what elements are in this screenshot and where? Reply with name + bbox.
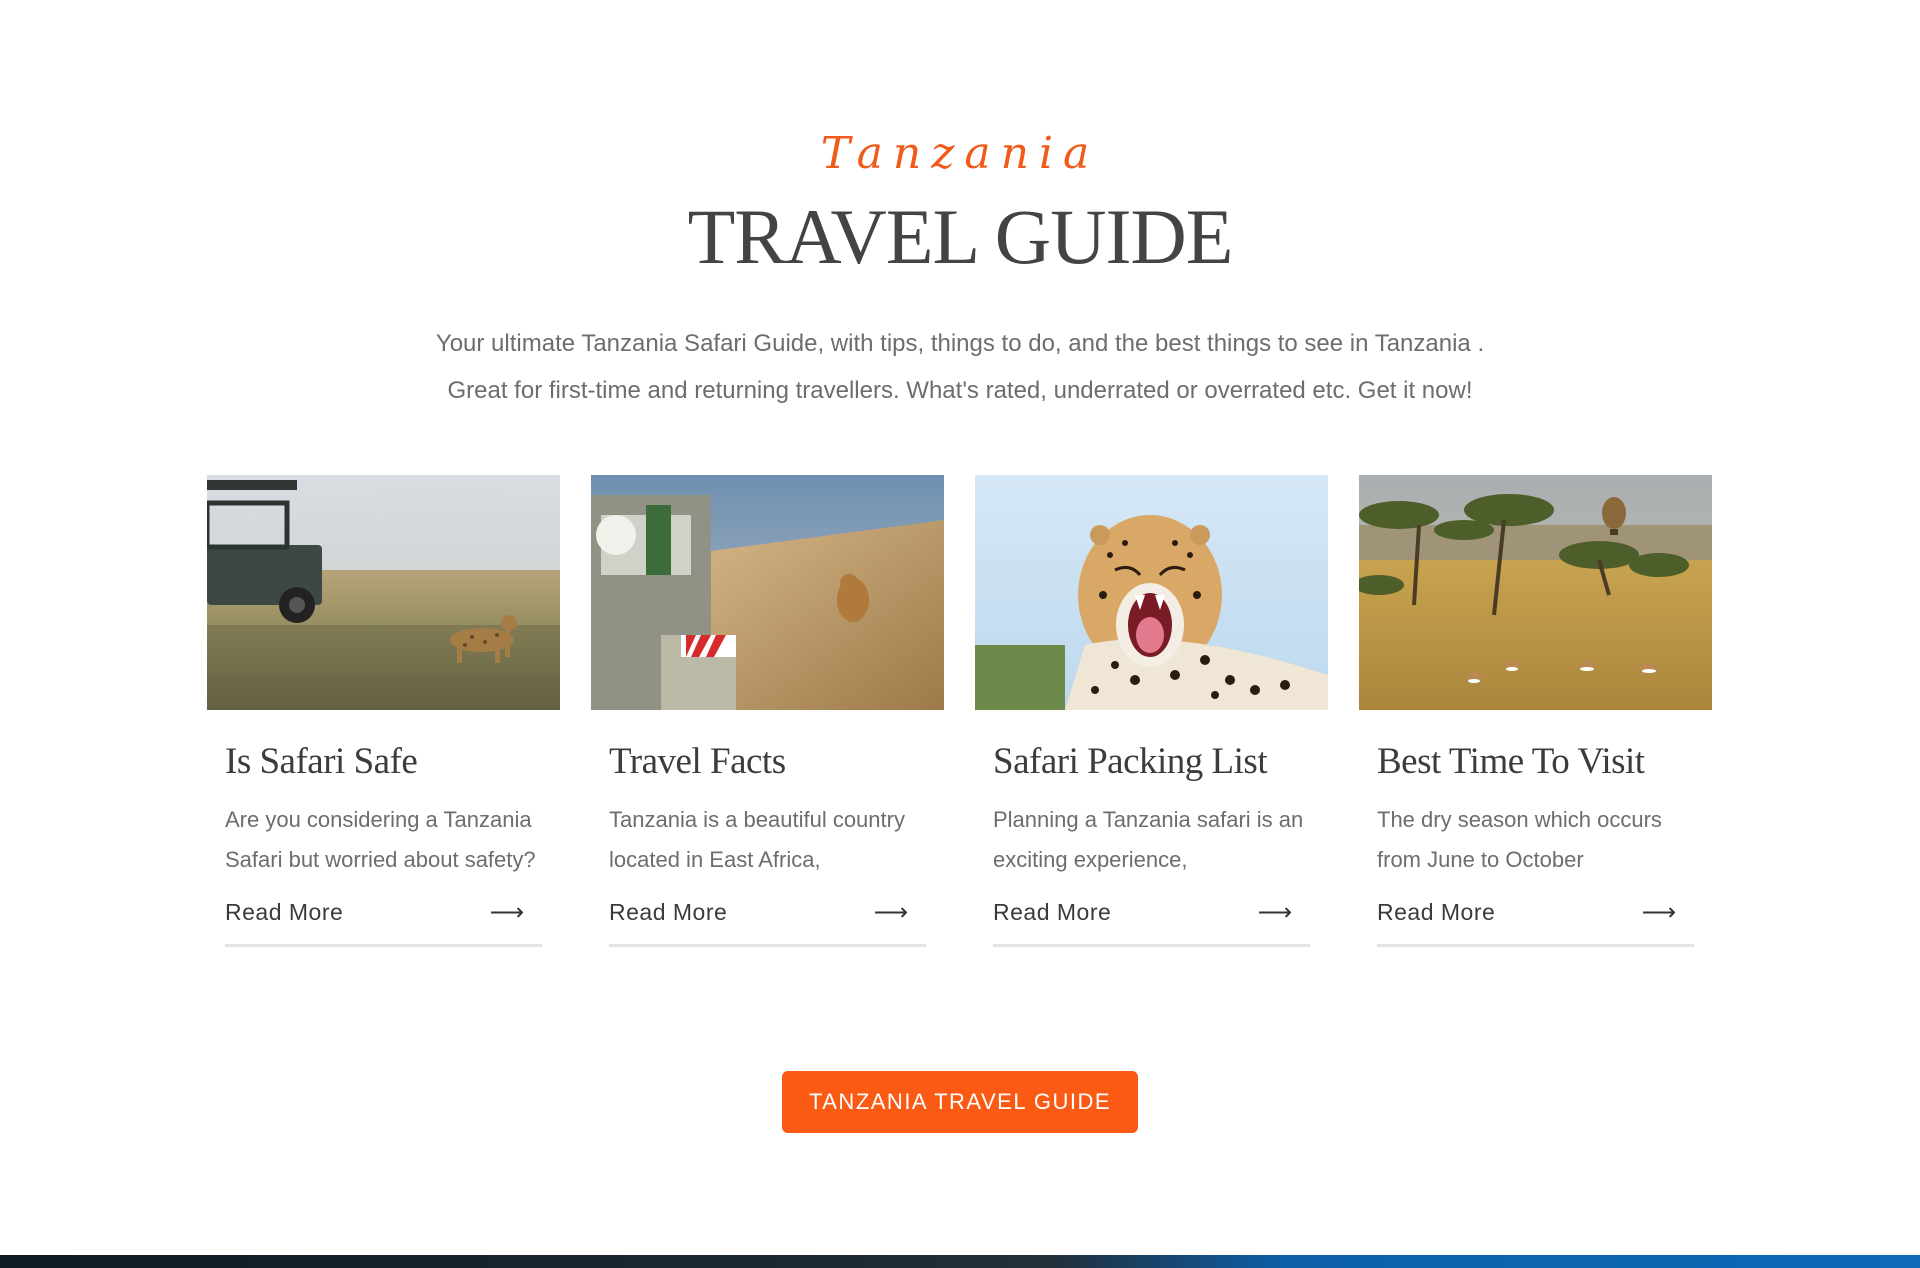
tanzania-travel-guide-button[interactable]: TANZANIA TRAVEL GUIDE <box>782 1071 1138 1133</box>
card-excerpt: The dry season which occurs from June to… <box>1377 807 1662 872</box>
card-image-lioness-in-grass[interactable] <box>591 475 944 710</box>
read-more-label: Read More <box>1377 898 1496 925</box>
read-more-link[interactable]: Read More ⟶ <box>225 890 542 947</box>
intro-line-1: Your ultimate Tanzania Safari Guide, wit… <box>435 330 1485 357</box>
intro-line-2: Great for first-time and returning trave… <box>447 377 1473 404</box>
footer-image-strip <box>0 1255 1920 1268</box>
card-safari-packing-list: Safari Packing List Planning a Tanzania … <box>975 475 1328 947</box>
card-title[interactable]: Is Safari Safe <box>225 740 542 784</box>
arrow-right-icon: ⟶ <box>1257 898 1292 926</box>
read-more-label: Read More <box>609 898 728 925</box>
card-image-savanna-balloon-gazelles[interactable] <box>1359 475 1712 710</box>
arrow-right-icon: ⟶ <box>1641 898 1676 926</box>
card-title[interactable]: Travel Facts <box>609 740 926 784</box>
card-title[interactable]: Best Time To Visit <box>1377 740 1694 784</box>
card-excerpt: Are you considering a Tanzania Safari bu… <box>225 807 536 872</box>
arrow-right-icon: ⟶ <box>873 898 908 926</box>
read-more-link[interactable]: Read More ⟶ <box>609 890 926 947</box>
guide-cards: Is Safari Safe Are you considering a Tan… <box>207 475 1713 995</box>
card-travel-facts: Travel Facts Tanzania is a beautiful cou… <box>591 475 944 947</box>
read-more-link[interactable]: Read More ⟶ <box>993 890 1310 947</box>
read-more-label: Read More <box>225 898 344 925</box>
card-title[interactable]: Safari Packing List <box>993 740 1310 784</box>
read-more-label: Read More <box>993 898 1112 925</box>
card-image-yawning-cheetah[interactable] <box>975 475 1328 710</box>
card-excerpt: Tanzania is a beautiful country located … <box>609 807 905 872</box>
card-image-safari-jeep-cheetah[interactable] <box>207 475 560 710</box>
arrow-right-icon: ⟶ <box>489 898 524 926</box>
section-eyebrow: Tanzania <box>820 128 1100 179</box>
page-title: TRAVEL GUIDE <box>687 193 1234 280</box>
card-is-safari-safe: Is Safari Safe Are you considering a Tan… <box>207 475 560 947</box>
read-more-link[interactable]: Read More ⟶ <box>1377 890 1694 947</box>
travel-guide-section: Tanzania TRAVEL GUIDE Your ultimate Tanz… <box>0 0 1920 1255</box>
card-excerpt: Planning a Tanzania safari is an excitin… <box>993 807 1304 872</box>
card-best-time-to-visit: Best Time To Visit The dry season which … <box>1359 475 1712 947</box>
intro-text: Your ultimate Tanzania Safari Guide, wit… <box>360 320 1560 414</box>
